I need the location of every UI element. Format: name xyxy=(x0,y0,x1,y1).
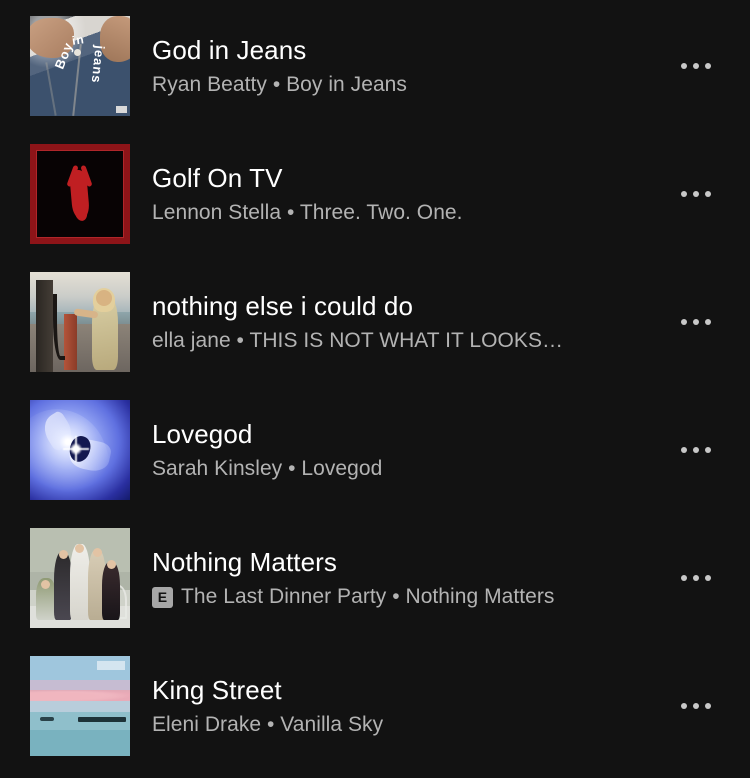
artwork-background xyxy=(30,656,130,756)
track-meta: God in Jeans Ryan Beatty • Boy in Jeans xyxy=(152,34,672,98)
album-art-nothing-else-i-could-do[interactable] xyxy=(30,272,130,372)
artwork-shape-head xyxy=(75,544,84,553)
album-art-lovegod[interactable] xyxy=(30,400,130,500)
artwork-shape-head xyxy=(96,290,112,306)
album-art-nothing-matters[interactable] xyxy=(30,528,130,628)
album-art-king-street[interactable] xyxy=(30,656,130,756)
track-meta: Lovegod Sarah Kinsley • Lovegod xyxy=(152,418,672,482)
track-title: God in Jeans xyxy=(152,35,307,65)
track-title: Lovegod xyxy=(152,419,253,449)
dot xyxy=(693,319,699,325)
track-subtitle: Sarah Kinsley • Lovegod xyxy=(152,456,652,482)
track-list: Boy in jeans God in Jeans Ryan Beatty • … xyxy=(0,0,750,778)
dot xyxy=(705,191,711,197)
track-subtitle-text: Sarah Kinsley • Lovegod xyxy=(152,457,383,480)
track-row[interactable]: nothing else i could do ella jane • THIS… xyxy=(0,258,750,386)
artwork-shape-pump xyxy=(64,314,77,370)
more-options-icon[interactable] xyxy=(672,554,720,602)
track-meta: Nothing Matters E The Last Dinner Party … xyxy=(152,546,672,610)
track-row[interactable]: King Street Eleni Drake • Vanilla Sky xyxy=(0,642,750,770)
dot xyxy=(705,447,711,453)
album-art-golf-on-tv[interactable] xyxy=(30,144,130,244)
dot xyxy=(681,319,687,325)
dot xyxy=(681,63,687,69)
artwork-shape-head xyxy=(41,580,50,589)
more-options-icon[interactable] xyxy=(672,170,720,218)
track-subtitle: Lennon Stella • Three. Two. One. xyxy=(152,200,652,226)
track-subtitle-text: Eleni Drake • Vanilla Sky xyxy=(152,713,384,736)
track-row[interactable]: Nothing Matters E The Last Dinner Party … xyxy=(0,514,750,642)
track-subtitle: Ryan Beatty • Boy in Jeans xyxy=(152,72,652,98)
artwork-shape-head xyxy=(107,560,116,569)
artwork-shape-rock xyxy=(40,717,54,721)
dot xyxy=(681,191,687,197)
artwork-shape-person xyxy=(70,544,90,620)
dot xyxy=(681,575,687,581)
dot xyxy=(681,447,687,453)
track-subtitle-text: ella jane • THIS IS NOT WHAT IT LOOKS… xyxy=(152,329,564,352)
track-row[interactable]: Golf On TV Lennon Stella • Three. Two. O… xyxy=(0,130,750,258)
artwork-shape-hose xyxy=(53,294,65,360)
dot xyxy=(681,703,687,709)
dot xyxy=(693,447,699,453)
artwork-shape-clouds xyxy=(30,690,130,701)
track-title: nothing else i could do xyxy=(152,291,414,321)
dot xyxy=(705,703,711,709)
track-subtitle-text: Ryan Beatty • Boy in Jeans xyxy=(152,73,407,96)
dot xyxy=(693,63,699,69)
track-row[interactable]: Boy in jeans God in Jeans Ryan Beatty • … xyxy=(0,2,750,130)
track-subtitle: Eleni Drake • Vanilla Sky xyxy=(152,712,652,738)
track-meta: nothing else i could do ella jane • THIS… xyxy=(152,290,672,354)
artwork-wordmark-line-3: jeans xyxy=(88,44,108,85)
track-row[interactable]: Lovegod Sarah Kinsley • Lovegod xyxy=(0,386,750,514)
track-title: Nothing Matters xyxy=(152,547,338,577)
artwork-shape-star xyxy=(63,436,89,462)
more-options-icon[interactable] xyxy=(672,426,720,474)
artwork-shape-pole xyxy=(36,280,53,372)
dot xyxy=(705,575,711,581)
track-meta: Golf On TV Lennon Stella • Three. Two. O… xyxy=(152,162,672,226)
dot xyxy=(693,703,699,709)
dot xyxy=(693,575,699,581)
artwork-shape-head xyxy=(59,550,68,559)
more-options-icon[interactable] xyxy=(672,298,720,346)
track-title: King Street xyxy=(152,675,282,705)
dot xyxy=(705,63,711,69)
artwork-label-tag xyxy=(97,661,125,670)
artwork-parental-sticker xyxy=(116,106,127,113)
artwork-shape-pier xyxy=(78,717,126,722)
artwork-shape-person xyxy=(102,562,120,620)
track-subtitle-text: Lennon Stella • Three. Two. One. xyxy=(152,201,463,224)
dot xyxy=(705,319,711,325)
more-options-icon[interactable] xyxy=(672,682,720,730)
dot xyxy=(693,191,699,197)
album-art-god-in-jeans[interactable]: Boy in jeans xyxy=(30,16,130,116)
track-subtitle-text: The Last Dinner Party • Nothing Matters xyxy=(181,585,555,608)
track-subtitle: ella jane • THIS IS NOT WHAT IT LOOKS… xyxy=(152,328,652,354)
track-meta: King Street Eleni Drake • Vanilla Sky xyxy=(152,674,672,738)
artwork-shape-head xyxy=(93,548,102,557)
track-subtitle: E The Last Dinner Party • Nothing Matter… xyxy=(152,584,652,610)
track-title: Golf On TV xyxy=(152,163,283,193)
more-options-icon[interactable] xyxy=(672,42,720,90)
artwork-wordmark-line-2: in xyxy=(70,32,86,49)
artwork-wordmark: Boy in jeans xyxy=(46,28,114,94)
explicit-badge: E xyxy=(152,586,173,608)
artwork-inner-frame xyxy=(36,150,124,238)
